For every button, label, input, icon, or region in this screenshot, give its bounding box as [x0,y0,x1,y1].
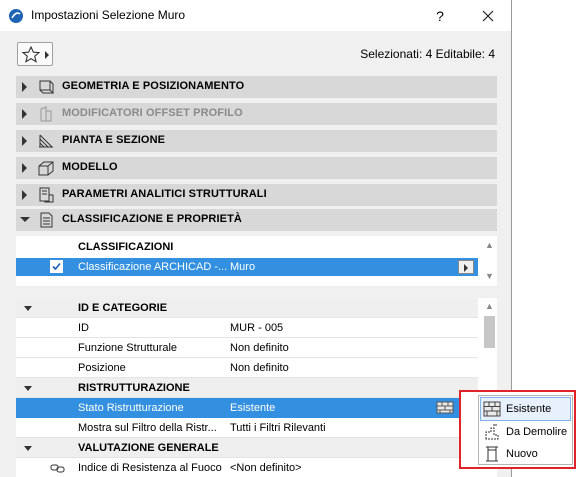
property-row[interactable]: Posizione Non definito [16,358,478,378]
collapse-arrow-icon [20,217,30,222]
panel-label: PARAMETRI ANALITICI STRUTTURALI [62,188,267,200]
property-label: ID [78,322,89,334]
panel-floor-plan[interactable]: PIANTA E SEZIONE [16,130,497,152]
model-icon [38,161,54,176]
selection-info: Selezionati: 4 Editabile: 4 [360,47,495,61]
menu-item-label: Esistente [506,403,552,415]
expand-arrow-icon [22,190,27,200]
group-label: ID E CATEGORIE [78,302,168,314]
scroll-thumb[interactable] [484,316,495,348]
existing-wall-icon [436,401,454,414]
panel-label: MODIFICATORI OFFSET PROFILO [62,107,243,119]
classifications-list: CLASSIFICAZIONI Classificazione ARCHICAD… [16,236,497,286]
group-label: VALUTAZIONE GENERALE [78,442,219,454]
demolish-icon [485,424,499,440]
property-row-renovation-status[interactable]: Stato Ristrutturazione Esistente [16,398,478,418]
property-label: Indice di Resistenza al Fuoco [78,462,222,474]
collapse-arrow-icon[interactable] [24,306,32,311]
group-row-general-evaluation[interactable]: VALUTAZIONE GENERALE [16,438,478,458]
archicad-app-icon [9,9,23,23]
panel-classification[interactable]: CLASSIFICAZIONE E PROPRIETÀ [16,209,497,231]
scroll-up-icon[interactable]: ▲ [485,241,494,250]
property-value[interactable]: Esistente [230,402,275,414]
classification-checkbox[interactable] [50,260,63,273]
property-value[interactable]: <Non definito> [230,462,302,474]
property-value[interactable]: Non definito [230,342,289,354]
group-label: RISTRUTTURAZIONE [78,382,190,394]
classification-scrollbar[interactable]: ▲ ▼ [482,238,497,284]
classification-row[interactable]: Classificazione ARCHICAD -... Muro [16,258,478,276]
classification-icon [40,212,53,228]
checkmark-icon [52,262,61,271]
classifications-header: CLASSIFICAZIONI [78,241,174,253]
floor-plan-icon [39,134,53,148]
property-row[interactable]: Funzione Strutturale Non definito [16,338,478,358]
link-icon [50,464,65,473]
group-row-renovation[interactable]: RISTRUTTURAZIONE [16,378,478,398]
classification-value: Muro [230,261,256,273]
property-label: Posizione [78,362,126,374]
property-value[interactable]: Non definito [230,362,289,374]
menu-item-label: Nuovo [506,448,538,460]
property-value[interactable]: Tutti i Filtri Rilevanti [230,422,326,434]
scroll-down-icon[interactable]: ▼ [485,272,494,281]
property-row[interactable]: ID MUR - 005 [16,318,478,338]
settings-dialog: Impostazioni Selezione Muro ? Selezionat… [0,0,512,477]
collapse-arrow-icon[interactable] [24,446,32,451]
expand-arrow-icon [22,82,27,92]
favorites-button[interactable] [17,42,53,66]
property-value[interactable]: MUR - 005 [230,322,283,334]
expand-arrow-icon [22,163,27,173]
star-icon [21,45,49,63]
close-icon[interactable] [476,5,500,27]
menu-item-label: Da Demolire [506,426,568,438]
menu-item-new[interactable]: Nuovo [481,443,570,465]
panel-label: GEOMETRIA E POSIZIONAMENTO [62,80,245,92]
renovation-status-callout: Esistente Da Demolire Nuovo [459,390,576,469]
panel-label: CLASSIFICAZIONE E PROPRIETÀ [62,213,242,225]
panel-label: PIANTA E SEZIONE [62,134,166,146]
panel-geometry[interactable]: GEOMETRIA E POSIZIONAMENTO [16,76,497,98]
panel-profile-offset[interactable]: MODIFICATORI OFFSET PROFILO [16,103,497,125]
classification-name: Classificazione ARCHICAD -... [78,261,228,273]
panel-structural[interactable]: PARAMETRI ANALITICI STRUTTURALI [16,184,497,206]
profile-offset-icon [40,106,52,122]
collapse-arrow-icon[interactable] [24,386,32,391]
property-row[interactable]: Indice di Resistenza al Fuoco <Non defin… [16,458,478,477]
property-label: Funzione Strutturale [78,342,178,354]
expand-arrow-icon [22,109,27,119]
properties-list: ID E CATEGORIE ID MUR - 005 Funzione Str… [16,298,497,477]
classification-picker-button[interactable] [458,260,474,274]
new-construction-icon [486,446,498,462]
help-button[interactable]: ? [430,6,450,26]
group-row-id-categories[interactable]: ID E CATEGORIE [16,298,478,318]
scroll-up-icon[interactable]: ▲ [485,302,494,311]
window-title: Impostazioni Selezione Muro [31,8,186,22]
expand-arrow-icon [22,136,27,146]
panel-model[interactable]: MODELLO [16,157,497,179]
menu-item-demolish[interactable]: Da Demolire [481,421,570,443]
property-label: Stato Ristrutturazione [78,402,184,414]
title-bar: Impostazioni Selezione Muro ? [0,0,511,31]
existing-wall-icon [483,401,501,417]
structural-icon [39,187,54,203]
renovation-status-menu: Esistente Da Demolire Nuovo [478,395,573,465]
panel-label: MODELLO [62,161,118,173]
property-row[interactable]: Mostra sul Filtro della Ristr... Tutti i… [16,418,478,438]
menu-item-existing[interactable]: Esistente [480,397,571,421]
geometry-icon [39,80,55,94]
property-label: Mostra sul Filtro della Ristr... [78,422,217,434]
